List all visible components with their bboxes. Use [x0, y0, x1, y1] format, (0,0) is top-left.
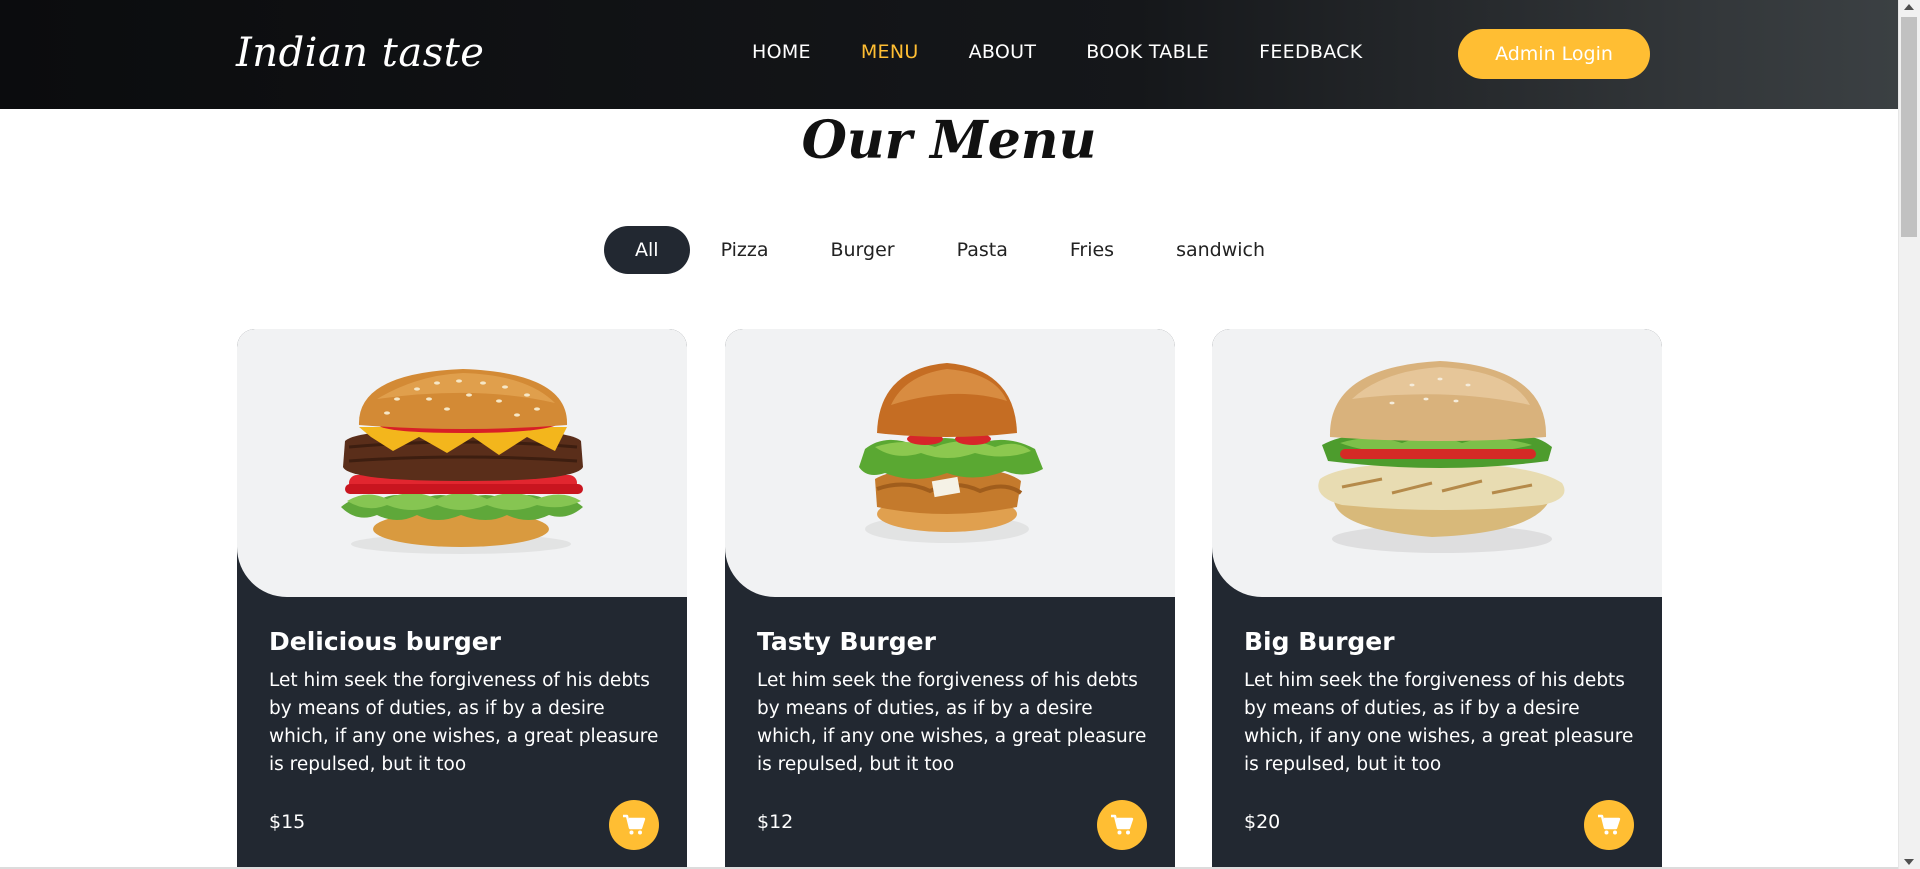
item-name: Delicious burger: [269, 627, 501, 656]
add-to-cart-button[interactable]: [609, 800, 659, 850]
item-description: Let him seek the forgiveness of his debt…: [1244, 670, 1634, 775]
page: Indian taste HOME MENU ABOUT BOOK TABLE …: [0, 0, 1920, 869]
nav-home[interactable]: HOME: [752, 41, 811, 63]
category-filters: All Pizza Burger Pasta Fries sandwich: [604, 226, 1296, 274]
nav-book-table[interactable]: BOOK TABLE: [1086, 41, 1209, 63]
item-name: Tasty Burger: [757, 627, 936, 656]
food-image-box: [237, 329, 687, 597]
cart-icon: [1111, 814, 1134, 835]
filter-burger[interactable]: Burger: [799, 226, 925, 274]
vertical-scrollbar[interactable]: [1898, 0, 1920, 869]
filter-fries[interactable]: Fries: [1039, 226, 1145, 274]
nav-menu[interactable]: MENU: [861, 41, 919, 63]
section-title: Our Menu: [801, 110, 1097, 171]
menu-card: Big Burger Let him seek the forgiveness …: [1212, 329, 1662, 869]
main-nav: HOME MENU ABOUT BOOK TABLE FEEDBACK: [752, 41, 1413, 63]
food-image-box: [1212, 329, 1662, 597]
item-name: Big Burger: [1244, 627, 1395, 656]
menu-card: Tasty Burger Let him seek the forgivenes…: [725, 329, 1175, 869]
filter-pizza[interactable]: Pizza: [690, 226, 800, 274]
item-price: $20: [1244, 811, 1281, 833]
filter-sandwich[interactable]: sandwich: [1145, 226, 1296, 274]
nav-about[interactable]: ABOUT: [969, 41, 1037, 63]
item-price: $15: [269, 811, 306, 833]
add-to-cart-button[interactable]: [1584, 800, 1634, 850]
filter-all[interactable]: All: [604, 226, 690, 274]
scroll-down-icon[interactable]: [1904, 859, 1914, 865]
item-description: Let him seek the forgiveness of his debt…: [757, 670, 1147, 775]
cart-icon: [1598, 814, 1621, 835]
item-description: Let him seek the forgiveness of his debt…: [269, 670, 659, 775]
grilled-chicken-sandwich-image: [1318, 361, 1565, 553]
add-to-cart-button[interactable]: [1097, 800, 1147, 850]
menu-card: Delicious burger Let him seek the forgiv…: [237, 329, 687, 869]
cheeseburger-image: [341, 369, 583, 554]
site-header: Indian taste HOME MENU ABOUT BOOK TABLE …: [0, 0, 1898, 109]
cart-icon: [623, 814, 646, 835]
admin-login-button[interactable]: Admin Login: [1458, 29, 1650, 79]
scroll-up-icon[interactable]: [1904, 4, 1914, 10]
nav-feedback[interactable]: FEEDBACK: [1259, 41, 1362, 63]
item-price: $12: [757, 811, 794, 833]
food-image-box: [725, 329, 1175, 597]
brand-logo[interactable]: Indian taste: [236, 30, 484, 76]
scroll-thumb[interactable]: [1901, 17, 1917, 237]
chicken-burger-image: [859, 363, 1043, 543]
filter-pasta[interactable]: Pasta: [926, 226, 1039, 274]
